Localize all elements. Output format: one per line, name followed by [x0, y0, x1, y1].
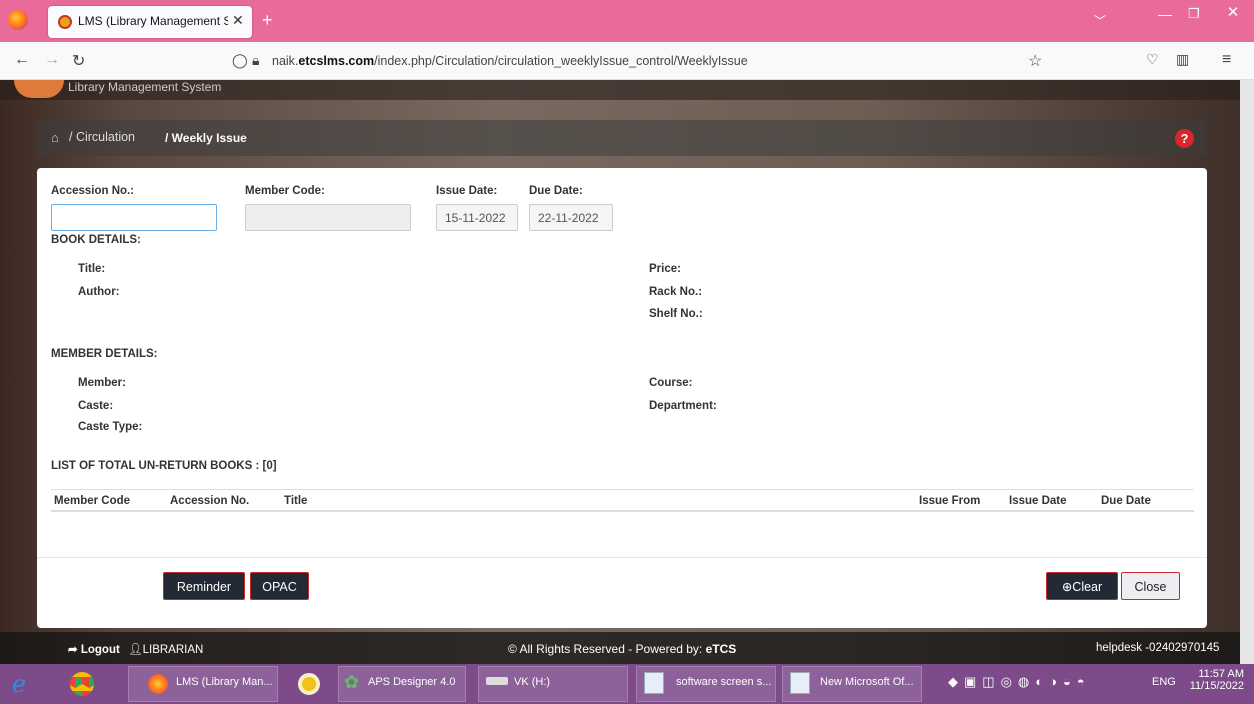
ie-icon[interactable]: e	[12, 670, 26, 698]
col-member-code: Member Code	[54, 495, 131, 507]
logo-text: Library Management System	[68, 80, 222, 94]
browser-tab[interactable]: LMS (Library Management Syst ✕	[48, 6, 252, 38]
caste-type-label: Caste Type:	[78, 421, 143, 433]
pocket-icon[interactable]: ♡	[1146, 51, 1159, 68]
restore-icon[interactable]: ❐	[1188, 6, 1200, 22]
chrome-icon[interactable]	[70, 672, 94, 696]
unreturned-count: [0]	[262, 460, 277, 472]
window-close-icon[interactable]: ✕	[1212, 0, 1254, 30]
taskbar-label-word1: software screen s...	[676, 676, 772, 688]
book-author-label: Author:	[78, 286, 120, 298]
word-doc-icon	[790, 672, 810, 694]
taskbar-label-drive: VK (H:)	[514, 676, 551, 688]
user-name: LIBRARIAN	[142, 644, 204, 656]
col-issue-from: Issue From	[919, 495, 981, 507]
accession-input[interactable]	[51, 204, 217, 231]
firefox-logo-icon[interactable]	[8, 10, 28, 30]
tab-favicon-icon	[58, 15, 72, 29]
sidebar-icon[interactable]: ▥	[1176, 51, 1189, 68]
breadcrumb-circulation[interactable]: / Circulation	[69, 130, 135, 144]
member-code-label: Member Code:	[245, 185, 325, 197]
due-date-label: Due Date:	[529, 185, 583, 197]
url-domain: etcslms.com	[298, 54, 375, 68]
forward-arrow-icon[interactable]: →	[44, 51, 60, 69]
member-details-heading: MEMBER DETAILS:	[51, 348, 158, 360]
weekly-issue-panel: Accession No.: Member Code: Issue Date: …	[37, 168, 1207, 628]
book-shelf-label: Shelf No.:	[649, 308, 703, 320]
breadcrumb-weekly-issue: / Weekly Issue	[165, 131, 247, 145]
logout-icon: ➦	[68, 644, 78, 656]
opac-button[interactable]: OPAC	[250, 572, 309, 600]
copyright-label: © All Rights Reserved - Powered by:	[508, 642, 703, 656]
page-scrollbar[interactable]	[1240, 80, 1254, 664]
lock-icon[interactable]: 🔒︎	[252, 52, 259, 69]
list-tabs-chevron-icon[interactable]: ﹀	[1094, 12, 1106, 29]
book-title-label: Title:	[78, 263, 106, 275]
unreturned-heading: LIST OF TOTAL UN-RETURN BOOKS : [0]	[51, 460, 277, 472]
due-date-field[interactable]: 22-11-2022	[529, 204, 613, 231]
clock-date: 11/15/2022	[1189, 680, 1244, 692]
url-path: /index.php/Circulation/circulation_weekl…	[374, 54, 748, 68]
brand-name: eTCS	[705, 642, 737, 656]
clear-button[interactable]: ⊕Clear	[1046, 572, 1118, 600]
issue-date-label: Issue Date:	[436, 185, 498, 197]
clock-time: 11:57 AM	[1198, 668, 1244, 680]
tab-title: LMS (Library Management Syst	[78, 14, 228, 28]
media-icon[interactable]	[298, 673, 320, 695]
breadcrumb: ⌂ / Circulation / Weekly Issue ?	[37, 120, 1207, 156]
plus-circle-icon: ⊕	[1061, 580, 1073, 594]
course-label: Course:	[649, 377, 693, 389]
user-icon: 👤︎	[128, 644, 143, 656]
book-rack-label: Rack No.:	[649, 286, 703, 298]
clock[interactable]: 11:57 AM 11/15/2022	[1184, 668, 1244, 692]
helpdesk-text: helpdesk -02402970145	[1096, 642, 1220, 654]
language-indicator[interactable]: ENG	[1152, 676, 1176, 688]
url-bar[interactable]: naik.etcslms.com/index.php/Circulation/c…	[272, 54, 748, 68]
minimize-icon[interactable]: —	[1158, 6, 1172, 22]
col-due-date: Due Date	[1101, 495, 1151, 507]
issue-date-field[interactable]: 15-11-2022	[436, 204, 518, 231]
drive-icon	[486, 677, 508, 685]
browser-nav-bar: ← → ↻ ◯ 🔒︎ naik.etcslms.com/index.php/Ci…	[0, 42, 1254, 80]
back-arrow-icon[interactable]: ←	[14, 51, 30, 69]
taskbar-label-word2: New Microsoft Of...	[820, 676, 914, 688]
user-label: 👤︎LIBRARIAN	[128, 642, 203, 656]
menu-icon[interactable]: ≡	[1222, 51, 1231, 69]
bookmark-star-icon[interactable]: ☆	[1028, 51, 1042, 71]
accession-label: Accession No.:	[51, 185, 135, 197]
taskbar-label-aps: APS Designer 4.0	[368, 676, 456, 688]
word-doc-icon	[644, 672, 664, 694]
system-tray-icons[interactable]: ◆▣◫◎◍◐◑◒◓	[948, 674, 1091, 690]
shield-icon[interactable]: ◯	[232, 52, 248, 69]
page-footer: ➦ Logout 👤︎LIBRARIAN © All Rights Reserv…	[0, 632, 1240, 664]
col-accession-no: Accession No.	[170, 495, 250, 507]
help-icon[interactable]: ?	[1175, 129, 1194, 148]
url-prefix: naik.	[272, 54, 299, 68]
aps-icon: ✿	[344, 672, 360, 692]
member-label: Member:	[78, 377, 126, 389]
col-title: Title	[284, 495, 308, 507]
close-button[interactable]: Close	[1121, 572, 1180, 600]
unreturned-heading-text: LIST OF TOTAL UN-RETURN BOOKS :	[51, 460, 260, 472]
member-code-field[interactable]	[245, 204, 411, 231]
home-icon[interactable]: ⌂	[51, 130, 59, 145]
caste-label: Caste:	[78, 400, 114, 412]
firefox-taskbar-icon	[148, 674, 168, 694]
unreturned-table-header: Member Code Accession No. Title Issue Fr…	[51, 489, 1194, 512]
taskbar-label-lms: LMS (Library Man...	[176, 676, 273, 688]
windows-taskbar: e LMS (Library Man... ✿ APS Designer 4.0…	[0, 664, 1254, 704]
clear-label: Clear	[1072, 580, 1103, 594]
col-issue-date: Issue Date	[1009, 495, 1067, 507]
tab-close-icon[interactable]: ✕	[232, 12, 244, 29]
reminder-button[interactable]: Reminder	[163, 572, 245, 600]
logout-link[interactable]: ➦ Logout	[68, 642, 120, 656]
divider	[37, 557, 1207, 558]
department-label: Department:	[649, 400, 717, 412]
logout-text: Logout	[80, 644, 120, 656]
new-tab-icon[interactable]: +	[262, 10, 273, 31]
book-price-label: Price:	[649, 263, 681, 275]
book-details-heading: BOOK DETAILS:	[51, 234, 141, 246]
copyright-text: © All Rights Reserved - Powered by: eTCS	[508, 642, 736, 656]
reload-icon[interactable]: ↻	[72, 51, 85, 71]
